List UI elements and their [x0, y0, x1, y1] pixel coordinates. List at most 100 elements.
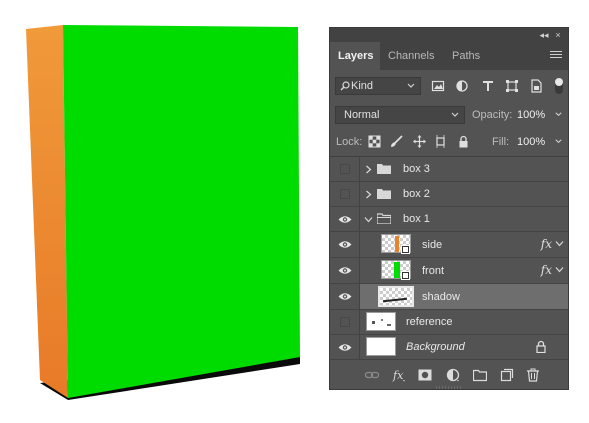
- layer-row-box-3[interactable]: box 3: [330, 157, 568, 182]
- opacity-input[interactable]: 100%: [517, 109, 545, 121]
- fill-input[interactable]: 100%: [517, 136, 545, 148]
- link-layers-icon[interactable]: [365, 368, 379, 382]
- close-panel-icon[interactable]: ×: [552, 29, 564, 41]
- lock-artboard-icon[interactable]: [434, 135, 447, 148]
- type-filter-icon[interactable]: [481, 79, 495, 93]
- eye-icon: [338, 344, 352, 351]
- visibility-toggle[interactable]: [330, 157, 360, 181]
- svg-text:fx: fx: [392, 369, 404, 382]
- chevron-down-icon: [451, 112, 459, 117]
- layer-row-reference[interactable]: reference: [330, 310, 568, 335]
- eye-icon: [338, 293, 352, 300]
- panel-menu-icon[interactable]: [550, 51, 562, 61]
- new-layer-icon[interactable]: [500, 368, 514, 382]
- fill-label: Fill:: [492, 136, 510, 148]
- layer-name: box 1: [403, 213, 430, 225]
- visibility-toggle[interactable]: [330, 182, 360, 206]
- lock-row: Lock: Fill: 100%: [330, 131, 568, 153]
- adjustment-filter-icon[interactable]: [455, 79, 469, 93]
- eye-icon: [338, 216, 352, 223]
- visibility-toggle[interactable]: [330, 232, 360, 257]
- panel-resize-grip[interactable]: [436, 386, 462, 389]
- tab-channels[interactable]: Channels: [380, 42, 444, 70]
- layer-name: side: [422, 239, 443, 251]
- filter-kind-dropdown[interactable]: Kind: [335, 77, 421, 95]
- layer-row-shadow[interactable]: shadow: [330, 284, 568, 310]
- chevron-down-icon[interactable]: [555, 240, 564, 247]
- box-side-face: [26, 25, 68, 398]
- toggle-knob: [555, 78, 563, 86]
- opacity-label: Opacity:: [472, 109, 513, 121]
- tab-layers[interactable]: Layers: [330, 42, 380, 70]
- layer-row-side[interactable]: side fx: [330, 232, 568, 258]
- layer-name: shadow: [422, 291, 460, 303]
- layers-bottom-toolbar: fx: [330, 359, 568, 389]
- lock-label: Lock:: [336, 136, 363, 148]
- layer-effects-fx-icon[interactable]: fx: [541, 237, 552, 251]
- new-adjustment-layer-icon[interactable]: [446, 368, 460, 382]
- visibility-off-box: [340, 189, 350, 199]
- lock-all-icon[interactable]: [457, 135, 470, 148]
- opacity-chevron-icon[interactable]: [554, 110, 563, 119]
- visibility-toggle[interactable]: [330, 335, 360, 359]
- image-filter-icon[interactable]: [431, 79, 445, 93]
- visibility-toggle[interactable]: [330, 310, 360, 334]
- layer-thumbnail: [366, 312, 396, 331]
- filter-kind-label: Kind: [351, 80, 374, 92]
- layers-panel: ◂◂ × Layers Channels Paths Kind Normal O…: [329, 27, 569, 390]
- chevron-right-icon[interactable]: [365, 165, 372, 174]
- collapse-panel-icon[interactable]: ◂◂: [538, 29, 550, 41]
- delete-layer-trash-icon[interactable]: [526, 368, 540, 382]
- smart-object-badge-icon: [401, 245, 410, 254]
- layer-name: box 3: [403, 163, 430, 175]
- open-folder-icon: [377, 213, 391, 224]
- layer-row-box-2[interactable]: box 2: [330, 182, 568, 207]
- folder-icon: [377, 164, 391, 174]
- layer-row-front[interactable]: front fx: [330, 258, 568, 284]
- layer-effects-fx-icon[interactable]: fx: [541, 263, 552, 277]
- filter-toggle-switch[interactable]: [555, 78, 563, 94]
- layer-name: reference: [406, 316, 453, 328]
- search-icon: [340, 81, 350, 91]
- layer-thumbnail: [378, 286, 414, 307]
- layer-thumbnail: [366, 337, 396, 356]
- lock-position-move-icon[interactable]: [413, 135, 426, 148]
- layer-row-box-1[interactable]: box 1: [330, 207, 568, 232]
- lock-icon: [536, 340, 546, 353]
- add-layer-style-fx-icon[interactable]: fx: [392, 368, 406, 382]
- tab-paths[interactable]: Paths: [444, 42, 490, 70]
- chevron-down-icon[interactable]: [555, 266, 564, 273]
- smart-object-filter-icon[interactable]: [529, 79, 543, 93]
- layer-list: box 3 box 2 box 1 side fx front fx shado…: [330, 157, 568, 359]
- box-artwork: [26, 25, 300, 400]
- chevron-down-icon[interactable]: [364, 216, 373, 223]
- blend-mode-value: Normal: [344, 109, 380, 121]
- blend-mode-dropdown[interactable]: Normal: [335, 106, 465, 124]
- chevron-right-icon[interactable]: [365, 190, 372, 199]
- chevron-down-icon: [407, 83, 415, 88]
- box-front-face: [63, 25, 300, 398]
- layer-row-background[interactable]: Background: [330, 335, 568, 359]
- add-layer-mask-icon[interactable]: [418, 368, 432, 382]
- fill-chevron-icon[interactable]: [554, 137, 563, 146]
- eye-icon: [338, 241, 352, 248]
- layer-name: Background: [406, 341, 465, 353]
- blend-mode-row: Normal Opacity: 100%: [330, 104, 568, 126]
- layer-filter-row: Kind: [330, 74, 568, 98]
- layer-name: front: [422, 265, 445, 277]
- shape-filter-icon[interactable]: [505, 79, 519, 93]
- smart-object-badge-icon: [401, 271, 410, 280]
- visibility-toggle[interactable]: [330, 207, 360, 231]
- lock-transparent-pixels-icon[interactable]: [368, 135, 381, 148]
- new-group-folder-icon[interactable]: [473, 368, 487, 382]
- panel-tabbar: Layers Channels Paths: [330, 42, 568, 70]
- visibility-off-box: [340, 164, 350, 174]
- visibility-toggle[interactable]: [330, 284, 360, 309]
- eye-icon: [338, 267, 352, 274]
- layer-name: box 2: [403, 188, 430, 200]
- folder-icon: [377, 189, 391, 199]
- panel-title-bar: ◂◂ ×: [330, 28, 568, 42]
- visibility-off-box: [340, 317, 350, 327]
- visibility-toggle[interactable]: [330, 258, 360, 283]
- lock-image-pixels-brush-icon[interactable]: [390, 135, 403, 148]
